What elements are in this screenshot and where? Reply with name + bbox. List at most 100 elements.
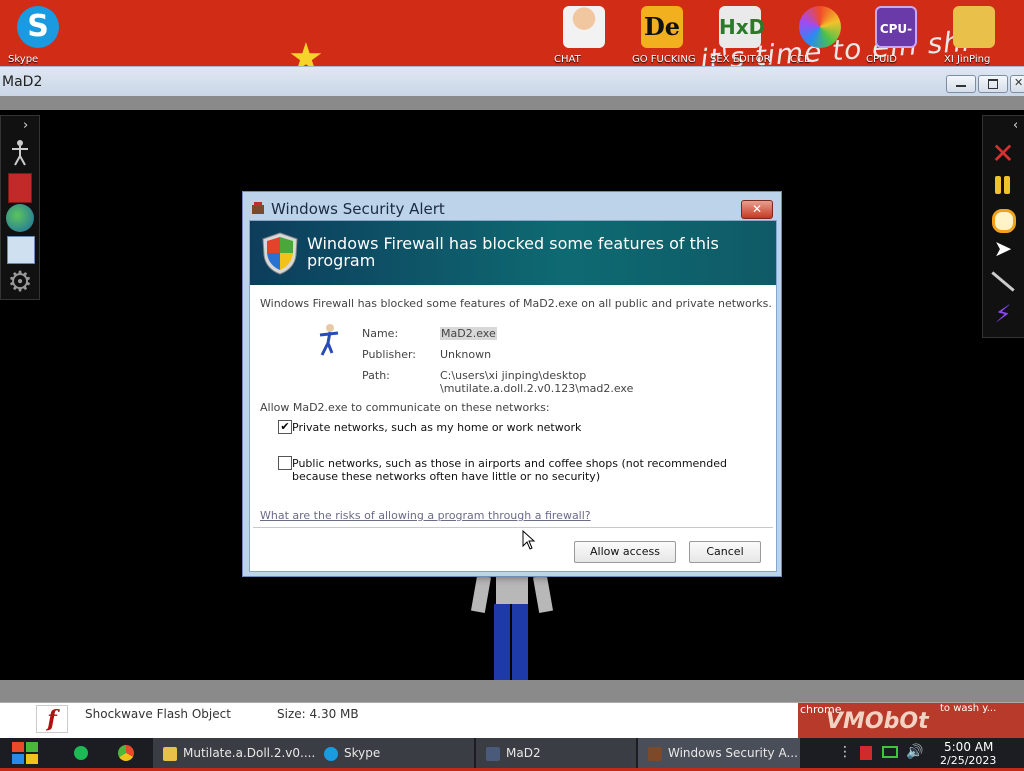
taskbar-item-security-alert[interactable]: Windows Security A...: [638, 738, 800, 768]
skype-icon: [324, 746, 338, 761]
mad2-program-icon: [316, 323, 346, 357]
action-center-flag-icon[interactable]: [860, 746, 872, 760]
clock-date[interactable]: 2/25/2023: [940, 754, 996, 767]
lightning-icon[interactable]: ⚡: [989, 300, 1017, 328]
download-file-name[interactable]: Shockwave Flash Object: [85, 707, 231, 721]
chevron-right-icon[interactable]: ›: [23, 118, 28, 133]
minimize-icon: [956, 85, 966, 87]
chrome-desktop-thumbnail: chrome to wash y... VMObOt: [798, 703, 1024, 739]
left-toolbar: › ⚙: [0, 115, 40, 300]
flash-icon: f: [36, 705, 68, 733]
skype-icon: S: [17, 6, 59, 48]
taskbar-item-skype[interactable]: Skype: [316, 738, 474, 768]
clock-time[interactable]: 5:00 AM: [944, 740, 993, 754]
desktop-icon-user-folder[interactable]: XI JinPing: [944, 6, 1004, 65]
security-alert-icon: [251, 200, 265, 214]
hxd-hex-editor-icon: HxD: [719, 6, 765, 48]
mad2-menu-strip: [0, 96, 1024, 110]
desktop-icon-cpuid[interactable]: CPU-Z CPUID: [866, 6, 926, 66]
star-decoration: ★: [288, 35, 324, 66]
download-file-size: Size: 4.30 MB: [277, 707, 359, 721]
public-networks-checkbox[interactable]: [278, 456, 292, 470]
allow-access-button[interactable]: Allow access: [574, 541, 676, 563]
pause-icon[interactable]: [989, 172, 1017, 200]
taskbar: Mutilate.a.Doll.2.v0.... Skype MaD2 Wind…: [0, 738, 1024, 768]
desktop-icon-chat[interactable]: CHAT: [554, 6, 614, 65]
desktop-icon-hxd[interactable]: HxD SEX EDITOR: [710, 6, 771, 65]
allow-prompt: Allow MaD2.exe to communicate on these n…: [260, 401, 550, 414]
folder-user-icon: [953, 6, 995, 48]
dialog-summary: Windows Firewall has blocked some featur…: [260, 297, 772, 310]
public-networks-label-line1[interactable]: Public networks, such as those in airpor…: [292, 457, 727, 470]
path-value-line2: \mutilate.a.doll.2.v0.123\mad2.exe: [440, 382, 634, 395]
mouse-cursor-icon: [522, 529, 536, 550]
dialog-divider: [253, 527, 773, 528]
private-networks-label[interactable]: Private networks, such as my home or wor…: [292, 421, 581, 434]
network-icon[interactable]: [882, 746, 898, 758]
spotify-icon[interactable]: [74, 746, 88, 760]
chrome-icon[interactable]: [118, 745, 134, 761]
person-pose-icon[interactable]: [6, 138, 34, 166]
close-icon: ✕: [1014, 76, 1024, 89]
checkmark-icon: ✔: [280, 420, 290, 433]
maximize-button[interactable]: [978, 75, 1008, 93]
de-icon: De: [641, 6, 683, 48]
doctor-avatar-icon: [563, 6, 605, 48]
name-value: MaD2.exe: [440, 327, 497, 340]
desktop-icon-de[interactable]: De GO FUCKING: [632, 6, 696, 65]
cancel-button[interactable]: Cancel: [689, 541, 761, 563]
chevron-left-icon[interactable]: ‹: [1013, 118, 1018, 133]
banner-text: VMObOt: [826, 709, 929, 734]
red-x-icon[interactable]: ✕: [989, 140, 1017, 168]
cursor-icon[interactable]: ➤: [989, 236, 1017, 264]
gear-icon[interactable]: ⚙: [6, 268, 34, 296]
desktop-icon-skype[interactable]: S Skype: [8, 6, 68, 65]
right-toolbar: ‹ ✕ ➤ ⚡: [982, 115, 1024, 338]
dialog-banner-text: Windows Firewall has blocked some featur…: [307, 234, 719, 270]
stopwatch-icon[interactable]: [989, 204, 1017, 233]
taskbar-item-mad2[interactable]: MaD2: [476, 738, 636, 768]
wash-text: to wash y...: [940, 703, 997, 714]
publisher-value: Unknown: [440, 348, 492, 361]
dialog-banner: Windows Firewall has blocked some featur…: [250, 221, 776, 285]
mad2-close-button[interactable]: ✕: [1010, 75, 1024, 93]
firewall-risks-link[interactable]: What are the risks of allowing a program…: [260, 509, 591, 522]
private-networks-checkbox[interactable]: ✔: [278, 420, 292, 434]
publisher-label: Publisher:: [362, 348, 417, 361]
minimize-button[interactable]: [946, 75, 976, 93]
security-alert-icon: [648, 746, 662, 761]
color-wheel-icon: [799, 6, 841, 48]
mad2-bottom-strip: [0, 680, 1024, 702]
doll-right-leg[interactable]: [512, 604, 528, 680]
public-networks-label-line2[interactable]: because these networks often have little…: [292, 470, 600, 483]
dialog-content: Windows Firewall has blocked some featur…: [249, 220, 777, 572]
windows-logo-icon: [12, 742, 38, 764]
maximize-icon: [988, 79, 998, 89]
desktop-icon-ccl[interactable]: CCL: [790, 6, 850, 65]
path-value-line1: C:\users\xi jinping\desktop: [440, 369, 587, 382]
desktop: S Skype ★ it's time to ein shi CHAT De G…: [0, 0, 1024, 66]
path-label: Path:: [362, 369, 390, 382]
security-alert-dialog: Windows Security Alert ✕ Windows Firewal…: [242, 191, 782, 577]
overflow-menu-icon[interactable]: ⋮: [838, 744, 852, 760]
doll-right-arm[interactable]: [532, 575, 554, 613]
mad2-window-title: MaD2: [2, 74, 43, 90]
book-icon[interactable]: [8, 173, 32, 203]
save-disk-icon[interactable]: [7, 236, 35, 264]
mad2-icon: [486, 746, 500, 761]
start-button[interactable]: [10, 739, 42, 767]
dialog-title: Windows Security Alert: [271, 200, 445, 218]
dialog-close-button[interactable]: ✕: [741, 200, 773, 219]
cpu-z-icon: CPU-Z: [875, 6, 917, 66]
volume-icon[interactable]: 🔊: [906, 744, 923, 760]
doll-left-arm[interactable]: [470, 575, 492, 613]
mad2-title-bar[interactable]: MaD2 ✕: [0, 66, 1024, 97]
knife-icon[interactable]: [989, 268, 1017, 296]
taskbar-item-folder[interactable]: Mutilate.a.Doll.2.v0....: [153, 738, 323, 768]
doll-torso[interactable]: [496, 576, 528, 604]
windows-shield-icon: [260, 231, 300, 275]
doll-left-leg[interactable]: [494, 604, 510, 680]
folder-icon: [163, 746, 177, 761]
globe-icon[interactable]: [6, 204, 34, 232]
download-bar: f Shockwave Flash Object Size: 4.30 MB c…: [0, 702, 1024, 739]
